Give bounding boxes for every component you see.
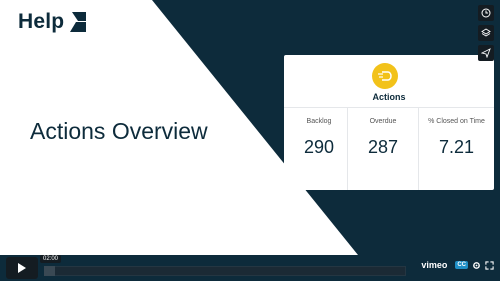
collections-button[interactable] bbox=[478, 25, 494, 41]
play-button[interactable] bbox=[6, 257, 38, 279]
player-controls: 02:00 vimeo CC bbox=[0, 255, 500, 281]
closed-on-time-label: % Closed on Time bbox=[428, 118, 485, 125]
overdue-label: Overdue bbox=[369, 118, 397, 125]
layers-icon bbox=[481, 28, 491, 37]
brand-mark-icon bbox=[70, 12, 87, 32]
card-title: Actions bbox=[372, 92, 406, 102]
fullscreen-icon[interactable] bbox=[485, 260, 494, 270]
actions-icon bbox=[372, 63, 398, 89]
overdue-value: 287 bbox=[367, 137, 399, 157]
overdue-column: Overdue 287 bbox=[348, 115, 418, 158]
vimeo-watermark[interactable]: vimeo bbox=[421, 260, 447, 270]
card-divider bbox=[284, 107, 494, 108]
backlog-label: Backlog bbox=[306, 118, 332, 125]
settings-gear-icon[interactable] bbox=[472, 261, 481, 270]
brand-logo: Help bbox=[18, 10, 87, 34]
share-button[interactable] bbox=[478, 45, 494, 61]
brand-name: Help bbox=[18, 10, 65, 33]
slide-headline: Actions Overview bbox=[30, 118, 208, 144]
backlog-column: Backlog 290 bbox=[284, 115, 354, 158]
right-controls: vimeo CC bbox=[421, 260, 494, 270]
closed-on-time-column: % Closed on Time 7.21 bbox=[419, 115, 494, 158]
progress-fill bbox=[44, 266, 55, 276]
closed-on-time-value: 7.21 bbox=[438, 137, 475, 157]
watch-later-button[interactable] bbox=[478, 5, 494, 21]
clock-icon bbox=[481, 8, 491, 18]
time-display: 02:00 bbox=[40, 255, 62, 263]
backlog-value: 290 bbox=[303, 137, 335, 157]
cc-button[interactable]: CC bbox=[455, 261, 468, 269]
actions-card: Actions Backlog 290 Overdue 287 % Closed… bbox=[284, 55, 494, 190]
video-stage[interactable]: Help Actions Overview Actions Backlog 29… bbox=[0, 0, 500, 255]
play-icon bbox=[18, 263, 26, 273]
progress-track[interactable] bbox=[44, 266, 406, 276]
share-icon bbox=[481, 48, 491, 58]
